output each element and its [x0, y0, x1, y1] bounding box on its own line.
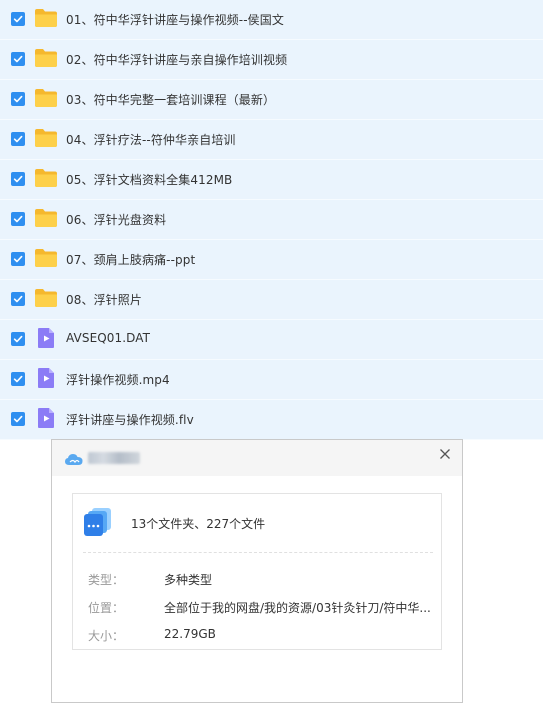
file-name[interactable]: 浮针讲座与操作视频.flv [66, 411, 194, 428]
file-row[interactable]: 07、颈肩上肢病痛--ppt [0, 240, 543, 280]
check-icon [13, 15, 23, 23]
size-value: 22.79GB [164, 627, 216, 641]
check-icon [13, 55, 23, 63]
video-file-icon [34, 327, 58, 349]
check-icon [13, 375, 23, 383]
properties-card: 13个文件夹、227个文件 类型： 多种类型 位置： 全部位于我的网盘/我的资源… [72, 493, 442, 650]
checkbox[interactable] [11, 412, 25, 426]
file-list: 01、符中华浮针讲座与操作视频--侯国文 02、符中华浮针讲座与亲自操作培训视频 0… [0, 0, 543, 440]
location-value: 全部位于我的网盘/我的资源/03针灸针刀/符中华... [164, 601, 431, 615]
checkbox[interactable] [11, 332, 25, 346]
multiple-files-icon [83, 506, 113, 538]
file-name[interactable]: 03、符中华完整一套培训课程（最新） [66, 91, 275, 108]
checkbox[interactable] [11, 252, 25, 266]
folder-icon [34, 47, 58, 69]
file-name[interactable]: 浮针操作视频.mp4 [66, 371, 170, 388]
folder-icon [34, 207, 58, 229]
file-row[interactable]: 08、浮针照片 [0, 280, 543, 320]
blurred-title [88, 452, 140, 464]
check-icon [13, 175, 23, 183]
check-icon [13, 415, 23, 423]
divider [83, 552, 433, 553]
folder-icon [34, 7, 58, 29]
size-label: 大小： [88, 629, 125, 643]
check-icon [13, 135, 23, 143]
folder-icon [34, 247, 58, 269]
file-name[interactable]: AVSEQ01.DAT [66, 331, 150, 345]
folder-icon [34, 167, 58, 189]
folder-icon [34, 127, 58, 149]
check-icon [13, 95, 23, 103]
checkbox[interactable] [11, 92, 25, 106]
checkbox[interactable] [11, 372, 25, 386]
file-row[interactable]: AVSEQ01.DAT [0, 320, 543, 360]
checkbox[interactable] [11, 172, 25, 186]
file-row[interactable]: 浮针操作视频.mp4 [0, 360, 543, 400]
close-icon[interactable] [437, 446, 453, 462]
dialog-titlebar [52, 440, 462, 476]
checkbox[interactable] [11, 132, 25, 146]
folder-icon [34, 87, 58, 109]
video-file-icon [34, 367, 58, 389]
check-icon [13, 255, 23, 263]
file-name[interactable]: 08、浮针照片 [66, 291, 142, 308]
file-row[interactable]: 03、符中华完整一套培训课程（最新） [0, 80, 543, 120]
file-name[interactable]: 01、符中华浮针讲座与操作视频--侯国文 [66, 11, 284, 28]
type-value: 多种类型 [164, 573, 213, 587]
location-label: 位置： [88, 601, 125, 615]
folder-icon [34, 287, 58, 309]
checkbox[interactable] [11, 212, 25, 226]
file-row[interactable]: 01、符中华浮针讲座与操作视频--侯国文 [0, 0, 543, 40]
file-row[interactable]: 02、符中华浮针讲座与亲自操作培训视频 [0, 40, 543, 80]
file-row[interactable]: 04、浮针疗法--符仲华亲自培训 [0, 120, 543, 160]
file-name[interactable]: 07、颈肩上肢病痛--ppt [66, 251, 195, 268]
properties-dialog: 13个文件夹、227个文件 类型： 多种类型 位置： 全部位于我的网盘/我的资源… [51, 439, 463, 703]
file-name[interactable]: 05、浮针文档资料全集412MB [66, 171, 232, 188]
video-file-icon [34, 407, 58, 429]
file-row[interactable]: 06、浮针光盘资料 [0, 200, 543, 240]
file-row[interactable]: 浮针讲座与操作视频.flv [0, 400, 543, 440]
check-icon [13, 215, 23, 223]
file-name[interactable]: 02、符中华浮针讲座与亲自操作培训视频 [66, 51, 287, 68]
file-name[interactable]: 06、浮针光盘资料 [66, 211, 166, 228]
checkbox[interactable] [11, 12, 25, 26]
check-icon [13, 295, 23, 303]
type-label: 类型： [88, 573, 125, 587]
checkbox[interactable] [11, 52, 25, 66]
file-name[interactable]: 04、浮针疗法--符仲华亲自培训 [66, 131, 236, 148]
selection-summary: 13个文件夹、227个文件 [131, 517, 266, 531]
checkbox[interactable] [11, 292, 25, 306]
cloud-app-icon [64, 451, 84, 465]
check-icon [13, 335, 23, 343]
file-row[interactable]: 05、浮针文档资料全集412MB [0, 160, 543, 200]
